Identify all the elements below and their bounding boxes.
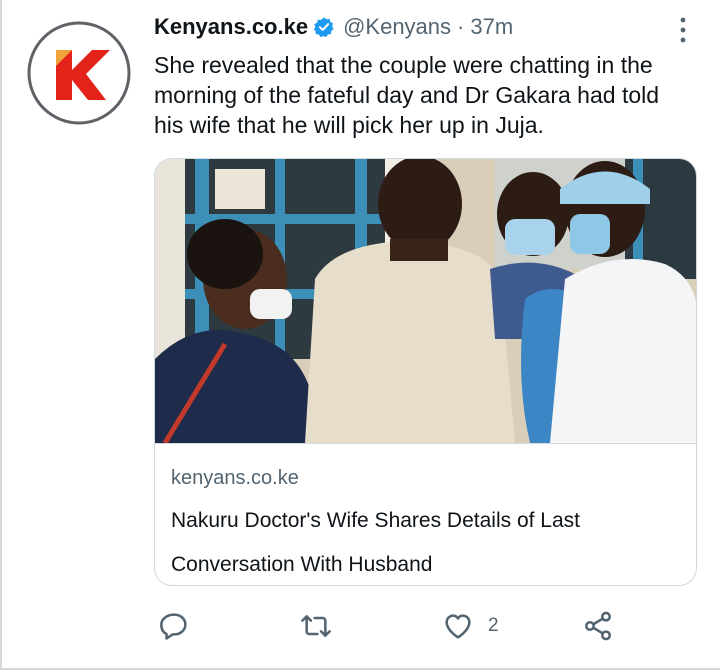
tweet-actions: 2 bbox=[154, 606, 694, 646]
heart-icon bbox=[445, 614, 471, 639]
author-name[interactable]: Kenyans.co.ke bbox=[154, 14, 308, 40]
reply-icon bbox=[160, 613, 187, 640]
retweet-icon bbox=[301, 615, 331, 637]
tweet-text: She revealed that the couple were chatti… bbox=[154, 52, 660, 138]
like-button[interactable]: 2 bbox=[442, 606, 499, 646]
tweet-container[interactable]: Kenyans.co.ke @Kenyans · 37m She reveale… bbox=[0, 0, 720, 670]
timestamp[interactable]: 37m bbox=[470, 14, 513, 40]
link-card[interactable]: kenyans.co.ke Nakuru Doctor's Wife Share… bbox=[154, 158, 697, 586]
tweet-header: Kenyans.co.ke @Kenyans · 37m bbox=[154, 14, 513, 40]
card-domain: kenyans.co.ke bbox=[171, 467, 299, 489]
more-options-icon[interactable] bbox=[674, 16, 692, 44]
card-divider bbox=[155, 443, 696, 444]
verified-badge-icon bbox=[313, 17, 334, 38]
share-button[interactable] bbox=[582, 606, 614, 646]
author-handle[interactable]: @Kenyans bbox=[343, 14, 451, 40]
avatar[interactable] bbox=[26, 20, 132, 126]
retweet-button[interactable] bbox=[300, 606, 332, 646]
like-count: 2 bbox=[488, 615, 499, 636]
card-image[interactable] bbox=[155, 159, 697, 443]
share-icon bbox=[585, 611, 611, 641]
header-separator: · bbox=[457, 14, 465, 39]
card-title[interactable]: Nakuru Doctor's Wife Shares Details of L… bbox=[171, 499, 671, 585]
reply-button[interactable] bbox=[158, 606, 190, 646]
